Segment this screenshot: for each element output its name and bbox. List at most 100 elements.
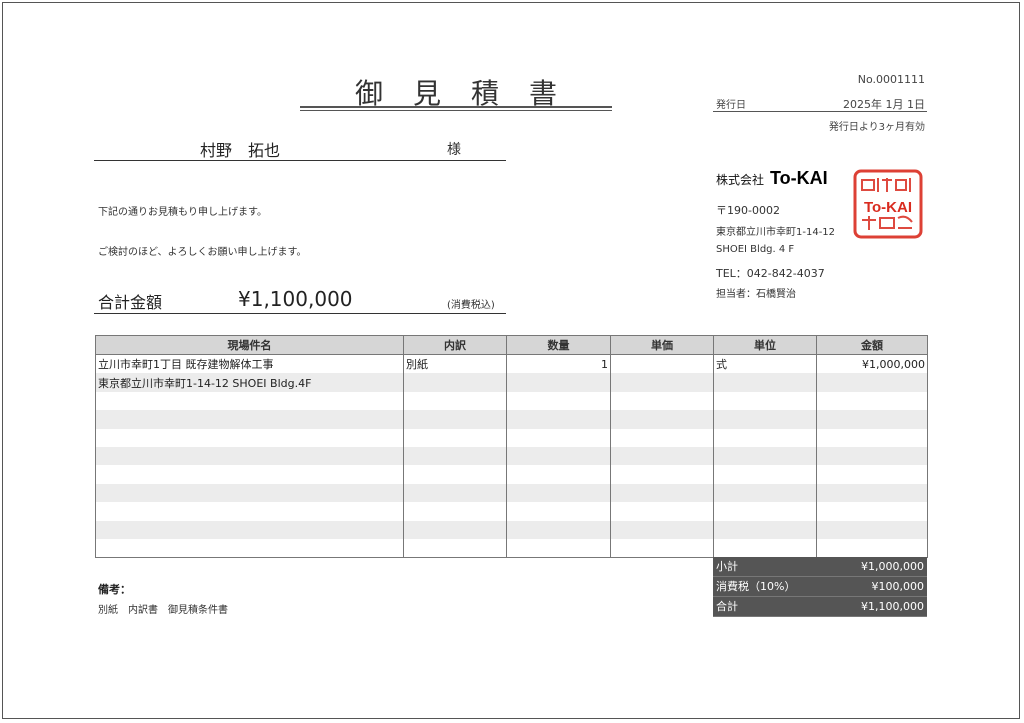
cell-amount: ¥1,000,000 [816,354,928,374]
table-row [95,446,928,466]
cell-unit-price [610,446,714,466]
cell-project-name: 立川市幸町1丁目 既存建物解体工事 [95,354,404,374]
cell-amount [816,446,928,466]
cell-project-name [95,483,404,503]
company-representative: 担当者：石橋賢治 [716,289,796,300]
table-row: 立川市幸町1丁目 既存建物解体工事 別紙 1 式 ¥1,000,000 [95,354,928,374]
remarks-label: 備考： [98,583,131,596]
client-honorific: 様 [447,142,461,158]
cell-unit [713,520,817,539]
cell-breakdown [403,373,507,392]
cell-quantity: 1 [506,354,611,374]
cell-unit [713,538,817,559]
cell-breakdown [403,391,507,411]
client-name: 村野 拓也 [200,141,281,160]
cell-quantity [506,502,611,521]
title-underline-secondary [300,110,612,111]
table-row [95,520,928,539]
cell-breakdown [403,446,507,466]
cell-unit [713,465,817,484]
tax-row: 消費税（10%） ¥100,000 [713,577,927,597]
cell-unit [713,428,817,447]
cell-project-name [95,538,404,559]
cell-quantity [506,538,611,559]
cell-project-name [95,465,404,484]
cell-unit [713,502,817,521]
company-tel: TEL：042-842-4037 [716,267,825,280]
cell-amount [816,373,928,392]
remarks-text: 別紙 内訳書 御見積条件書 [98,605,228,616]
grand-total-label: 合計 [716,600,738,613]
cell-project-name [95,520,404,539]
cell-amount [816,502,928,521]
table-row [95,502,928,521]
cell-unit-price [610,354,714,374]
subtotal-value: ¥1,000,000 [861,560,924,573]
cell-amount [816,465,928,484]
summary-box: 小計 ¥1,000,000 消費税（10%） ¥100,000 合計 ¥1,10… [713,557,927,617]
cell-quantity [506,520,611,539]
total-amount-label: 合計金額 [98,293,163,312]
table-row [95,410,928,429]
stamp-text: To-KAI [864,199,912,216]
tax-value: ¥100,000 [871,580,925,593]
total-amount-value: ¥1,100,000 [238,287,353,311]
cell-project-name [95,391,404,411]
cell-unit: 式 [713,354,817,374]
cell-amount [816,483,928,503]
header-project-name: 現場件名 [95,335,404,355]
company-logo-text: To-KAI [770,168,828,188]
total-underline [94,313,506,314]
cell-unit [713,446,817,466]
items-table: 現場件名 内訳 数量 単価 単位 金額 立川市幸町1丁目 既存建物解体工事 別紙… [95,335,928,559]
cell-breakdown [403,538,507,559]
header-amount: 金額 [816,335,928,355]
cell-unit [713,410,817,429]
cell-amount [816,520,928,539]
cell-breakdown: 別紙 [403,354,507,374]
cell-unit [713,391,817,411]
subtotal-label: 小計 [716,560,738,573]
header-breakdown: 内訳 [403,335,507,355]
validity-note: 発行日より3ヶ月有効 [828,122,925,133]
cell-quantity [506,465,611,484]
table-row [95,465,928,484]
cell-breakdown [403,465,507,484]
document-number: No.0001111 [857,73,925,86]
cell-project-name [95,410,404,429]
table-row [95,428,928,447]
cell-amount [816,410,928,429]
cell-unit [713,373,817,392]
cell-unit-price [610,373,714,392]
cell-quantity [506,446,611,466]
cell-amount [816,391,928,411]
table-row [95,391,928,411]
greeting-line-1: 下記の通りお見積もり申し上げます。 [98,207,267,218]
cell-amount [816,428,928,447]
cell-quantity [506,373,611,392]
issue-date-underline [713,111,927,112]
table-row [95,538,928,559]
cell-amount [816,538,928,559]
cell-breakdown [403,502,507,521]
table-header-row: 現場件名 内訳 数量 単価 単位 金額 [95,335,928,355]
cell-project-name [95,428,404,447]
subtotal-row: 小計 ¥1,000,000 [713,557,927,577]
greeting-line-2: ご検討のほど、よろしくお願い申し上げます。 [98,247,307,258]
issue-date-label: 発行日 [716,100,746,111]
cell-breakdown [403,428,507,447]
cell-quantity [506,483,611,503]
header-unit: 単位 [713,335,817,355]
cell-unit-price [610,520,714,539]
company-name: 株式会社 To-KAI [716,168,828,189]
table-row: 東京都立川市幸町1-14-12 SHOEI Bldg.4F [95,373,928,392]
cell-unit-price [610,483,714,503]
company-zip: 〒190-0002 [716,204,780,217]
cell-unit-price [610,410,714,429]
cell-unit-price [610,391,714,411]
company-seal-stamp: To-KAI [853,169,923,239]
header-quantity: 数量 [506,335,611,355]
tax-included-note: (消費税込) [447,300,495,311]
cell-breakdown [403,520,507,539]
cell-quantity [506,428,611,447]
